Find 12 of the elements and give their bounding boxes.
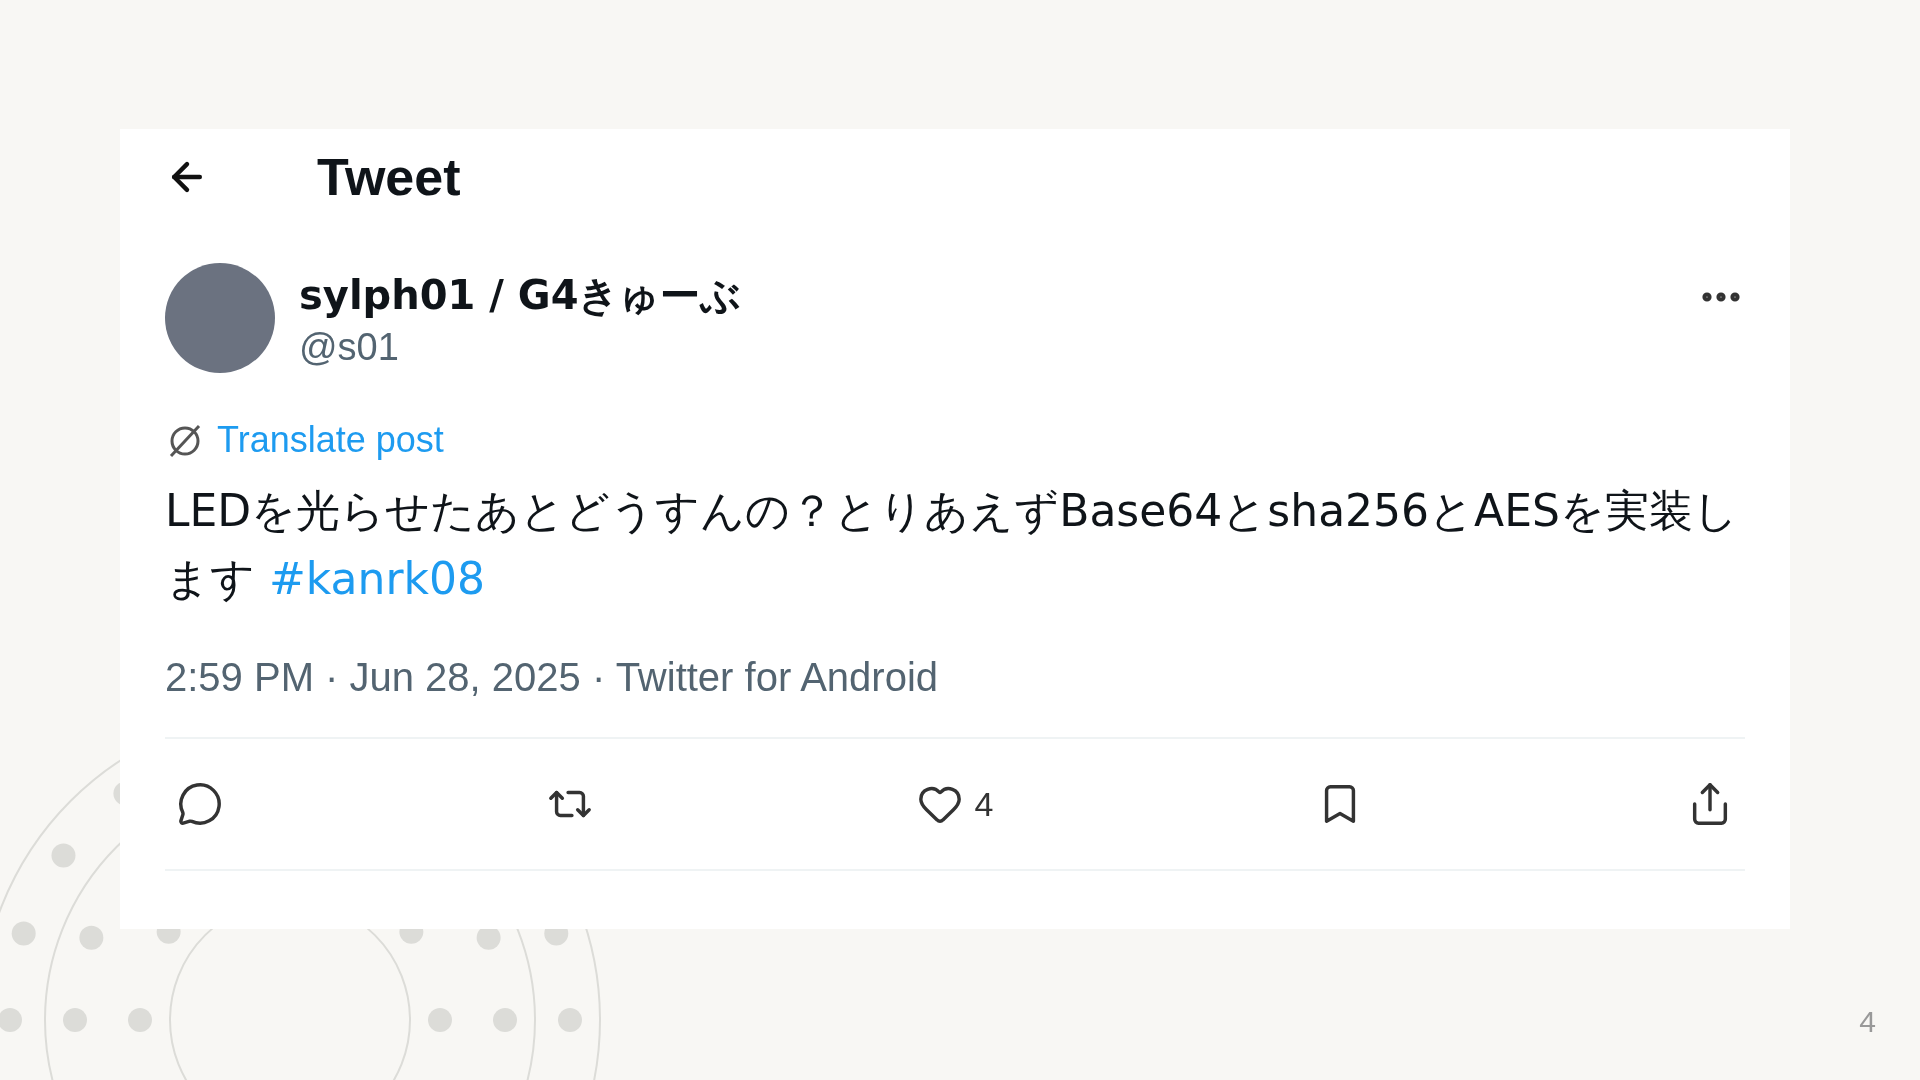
reply-icon [177, 781, 223, 827]
slide-number: 4 [1859, 1004, 1876, 1040]
translate-link[interactable]: Translate post [217, 413, 444, 467]
tweet-text: LEDを光らせたあとどうすんの？とりあえずBase64とsha256とAESを実装します #kanrk08 [165, 484, 1739, 606]
page-title: Tweet [317, 147, 461, 208]
like-button[interactable]: 4 [916, 778, 994, 830]
author-name: sylph01 / G4きゅーぶ [299, 271, 742, 320]
reply-button[interactable] [177, 781, 223, 827]
author-handle: @s01 [299, 325, 400, 370]
tweet-timestamp: 2:59 PM · Jun 28, 2025 · Twitter for Android [165, 654, 939, 701]
hashtag-link[interactable]: #kanrk08 [269, 553, 485, 604]
like-count: 4 [974, 783, 994, 825]
